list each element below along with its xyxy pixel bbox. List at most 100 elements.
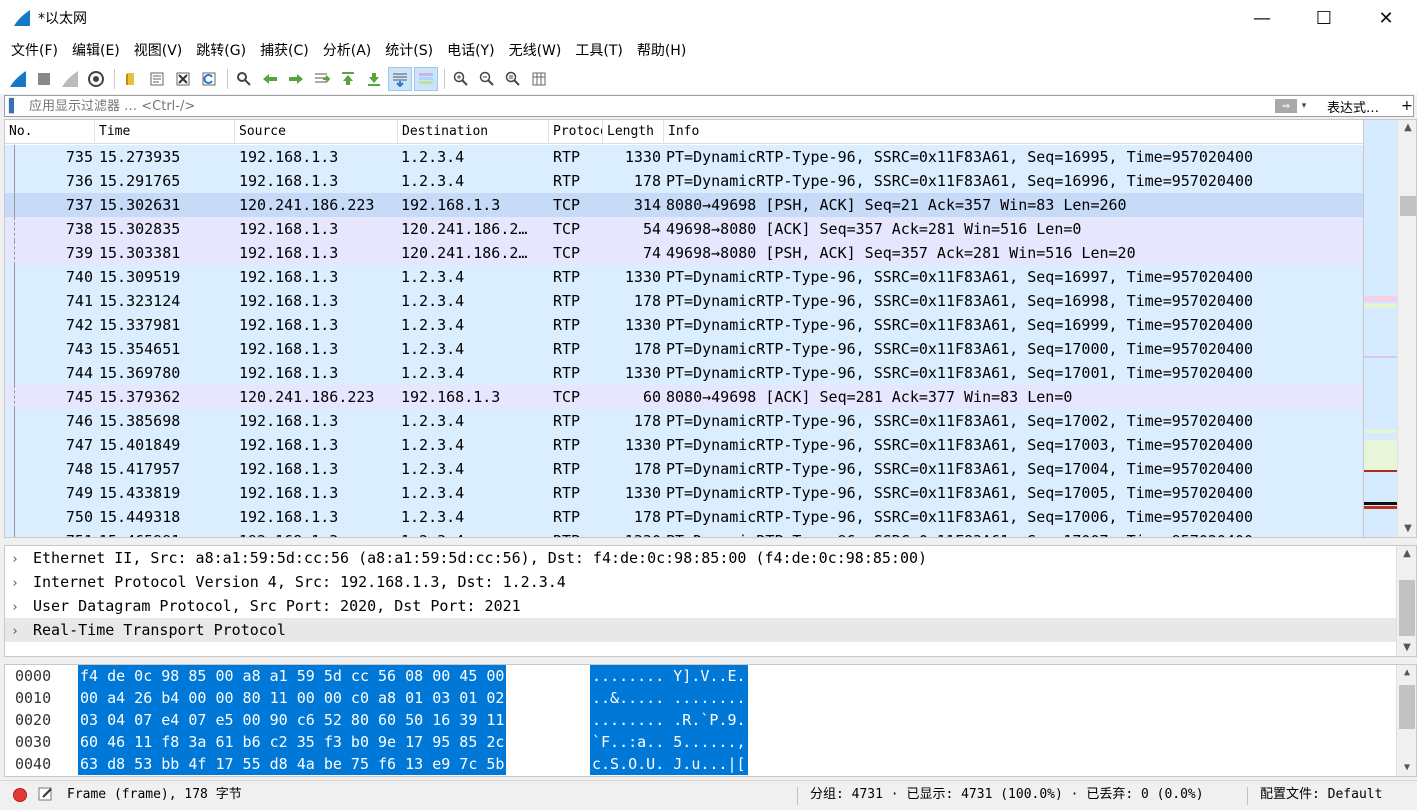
menu-edit[interactable]: 编辑(E) — [65, 40, 127, 60]
packet-destination: 192.168.1.3 — [401, 388, 501, 406]
auto-scroll-icon[interactable] — [388, 67, 412, 91]
scroll-down-icon[interactable]: ▼ — [1397, 760, 1416, 776]
scrollbar-thumb[interactable] — [1399, 685, 1415, 729]
find-packet-icon[interactable] — [232, 67, 256, 91]
packet-row[interactable]: 737 15.302631 120.241.186.223 192.168.1.3 TC… — [5, 193, 1363, 217]
packet-row[interactable]: 744 15.369780 192.168.1.3 1.2.3.4 RTP 1330 PT=… — [5, 361, 1363, 385]
capture-status-icon[interactable] — [13, 788, 27, 802]
packet-row[interactable]: 740 15.309519 192.168.1.3 1.2.3.4 RTP 1330 PT=… — [5, 265, 1363, 289]
detail-ethernet[interactable]: › Ethernet II, Src: a8:a1:59:5d:cc:56 (a8… — [5, 546, 1416, 570]
byte-ascii[interactable]: ..&..... ........ — [590, 687, 748, 709]
minimize-button[interactable]: — — [1231, 0, 1293, 36]
go-to-packet-icon[interactable] — [310, 67, 334, 91]
last-packet-icon[interactable] — [362, 67, 386, 91]
reload-file-icon[interactable] — [197, 67, 221, 91]
save-file-icon[interactable] — [145, 67, 169, 91]
byte-hex[interactable]: 00 a4 26 b4 00 00 80 11 00 00 c0 a8 01 0… — [78, 687, 507, 709]
zoom-reset-icon[interactable] — [501, 67, 525, 91]
open-file-icon[interactable] — [119, 67, 143, 91]
apply-filter-button[interactable]: ⇒ — [1275, 99, 1297, 113]
packet-row[interactable]: 738 15.302835 192.168.1.3 120.241.186.2… TCP… — [5, 217, 1363, 241]
scrollbar-thumb[interactable] — [1400, 196, 1416, 216]
restart-capture-icon[interactable] — [58, 67, 82, 91]
detail-udp[interactable]: › User Datagram Protocol, Src Port: 2020,… — [5, 594, 1416, 618]
column-header-destination[interactable]: Destination — [398, 120, 549, 144]
detail-ipv4[interactable]: › Internet Protocol Version 4, Src: 192.1… — [5, 570, 1416, 594]
menu-view[interactable]: 视图(V) — [127, 40, 190, 60]
packet-row[interactable]: 748 15.417957 192.168.1.3 1.2.3.4 RTP 178 PT=D… — [5, 457, 1363, 481]
byte-ascii[interactable]: ........ .R.`P.9. — [590, 709, 748, 731]
packet-row[interactable]: 749 15.433819 192.168.1.3 1.2.3.4 RTP 1330 PT=… — [5, 481, 1363, 505]
expand-chevron-icon[interactable]: › — [11, 596, 33, 620]
detail-rtp[interactable]: › Real-Time Transport Protocol — [5, 618, 1416, 642]
menu-analyze[interactable]: 分析(A) — [316, 40, 379, 60]
menu-statistics[interactable]: 统计(S) — [378, 40, 440, 60]
menu-telephony[interactable]: 电话(Y) — [440, 40, 501, 60]
menu-wireless[interactable]: 无线(W) — [502, 40, 569, 60]
menu-tools[interactable]: 工具(T) — [568, 40, 629, 60]
expand-chevron-icon[interactable]: › — [11, 548, 33, 572]
column-header-source[interactable]: Source — [235, 120, 398, 144]
column-header-time[interactable]: Time — [95, 120, 235, 144]
packet-minimap[interactable] — [1363, 120, 1398, 537]
menu-go[interactable]: 跳转(G) — [189, 40, 253, 60]
close-file-icon[interactable] — [171, 67, 195, 91]
start-capture-icon[interactable] — [6, 67, 30, 91]
expand-chevron-icon[interactable]: › — [11, 620, 33, 644]
byte-ascii[interactable]: `F..:a.. 5......, — [590, 731, 748, 753]
scroll-up-icon[interactable]: ▲ — [1397, 665, 1416, 681]
packet-row[interactable]: 750 15.449318 192.168.1.3 1.2.3.4 RTP 178 PT=D… — [5, 505, 1363, 529]
zoom-in-icon[interactable] — [449, 67, 473, 91]
byte-hex[interactable]: 63 d8 53 bb 4f 17 55 d8 4a be 75 f6 13 e… — [78, 753, 507, 775]
stop-capture-icon[interactable] — [32, 67, 56, 91]
column-header-no[interactable]: No. — [5, 120, 95, 144]
packet-row[interactable]: 747 15.401849 192.168.1.3 1.2.3.4 RTP 1330 PT=… — [5, 433, 1363, 457]
packet-row[interactable]: 739 15.303381 192.168.1.3 120.241.186.2… TCP… — [5, 241, 1363, 265]
zoom-out-icon[interactable] — [475, 67, 499, 91]
packet-row[interactable]: 743 15.354651 192.168.1.3 1.2.3.4 RTP 178 PT=D… — [5, 337, 1363, 361]
first-packet-icon[interactable] — [336, 67, 360, 91]
go-forward-icon[interactable] — [284, 67, 308, 91]
byte-ascii[interactable]: ........ Y].V..E. — [590, 665, 748, 687]
add-filter-button[interactable]: + — [1401, 98, 1413, 114]
expression-button[interactable]: 表达式… — [1327, 97, 1379, 116]
packet-row[interactable]: 746 15.385698 192.168.1.3 1.2.3.4 RTP 178 PT=D… — [5, 409, 1363, 433]
close-button[interactable]: ✕ — [1355, 0, 1417, 36]
packet-row[interactable]: 741 15.323124 192.168.1.3 1.2.3.4 RTP 178 PT=D… — [5, 289, 1363, 313]
byte-ascii[interactable]: c.S.O.U. J.u...|[ — [590, 753, 748, 775]
go-back-icon[interactable] — [258, 67, 282, 91]
maximize-button[interactable]: ☐ — [1293, 0, 1355, 36]
packet-list-scrollbar[interactable]: ▲ ▼ — [1397, 120, 1416, 537]
resize-columns-icon[interactable] — [527, 67, 551, 91]
filter-history-dropdown[interactable]: ▾ — [1297, 101, 1311, 111]
bookmark-icon[interactable]: ▌ — [9, 99, 23, 114]
bytes-scrollbar[interactable]: ▲ ▼ — [1396, 665, 1416, 776]
status-profile[interactable]: 配置文件: Default — [1260, 781, 1382, 810]
edit-comment-icon[interactable] — [38, 786, 54, 802]
packet-destination: 1.2.3.4 — [401, 436, 465, 454]
scroll-up-icon[interactable]: ▲ — [1397, 546, 1416, 562]
display-filter-input[interactable] — [23, 98, 1273, 114]
packet-row[interactable]: 742 15.337981 192.168.1.3 1.2.3.4 RTP 1330 PT=… — [5, 313, 1363, 337]
menu-help[interactable]: 帮助(H) — [630, 40, 693, 60]
capture-options-icon[interactable] — [84, 67, 108, 91]
scroll-down-icon[interactable]: ▼ — [1398, 521, 1416, 537]
column-header-info[interactable]: Info — [664, 120, 1363, 144]
byte-hex[interactable]: 60 46 11 f8 3a 61 b6 c2 35 f3 b0 9e 17 9… — [78, 731, 507, 753]
packet-row[interactable]: 735 15.273935 192.168.1.3 1.2.3.4 RTP 1330 PT=… — [5, 145, 1363, 169]
scroll-up-icon[interactable]: ▲ — [1398, 120, 1416, 136]
packet-row[interactable]: 751 15.465991192.168.1.3 1.2.3.4 RTP1330 PT=… — [5, 529, 1363, 537]
byte-hex[interactable]: 03 04 07 e4 07 e5 00 90 c6 52 80 60 50 1… — [78, 709, 507, 731]
colorize-icon[interactable] — [414, 67, 438, 91]
packet-row[interactable]: 736 15.291765 192.168.1.3 1.2.3.4 RTP 178 PT=D… — [5, 169, 1363, 193]
scroll-down-icon[interactable]: ▼ — [1397, 640, 1416, 656]
byte-hex[interactable]: f4 de 0c 98 85 00 a8 a1 59 5d cc 56 08 0… — [78, 665, 507, 687]
menu-capture[interactable]: 捕获(C) — [253, 40, 316, 60]
details-scrollbar[interactable]: ▲ ▼ — [1396, 546, 1416, 656]
packet-row[interactable]: 745 15.379362 120.241.186.223 192.168.1.3 TC… — [5, 385, 1363, 409]
column-header-protocol[interactable]: Protocol — [549, 120, 603, 144]
column-header-length[interactable]: Length — [603, 120, 664, 144]
expand-chevron-icon[interactable]: › — [11, 572, 33, 596]
scrollbar-thumb[interactable] — [1399, 580, 1415, 636]
menu-file[interactable]: 文件(F) — [4, 40, 65, 60]
